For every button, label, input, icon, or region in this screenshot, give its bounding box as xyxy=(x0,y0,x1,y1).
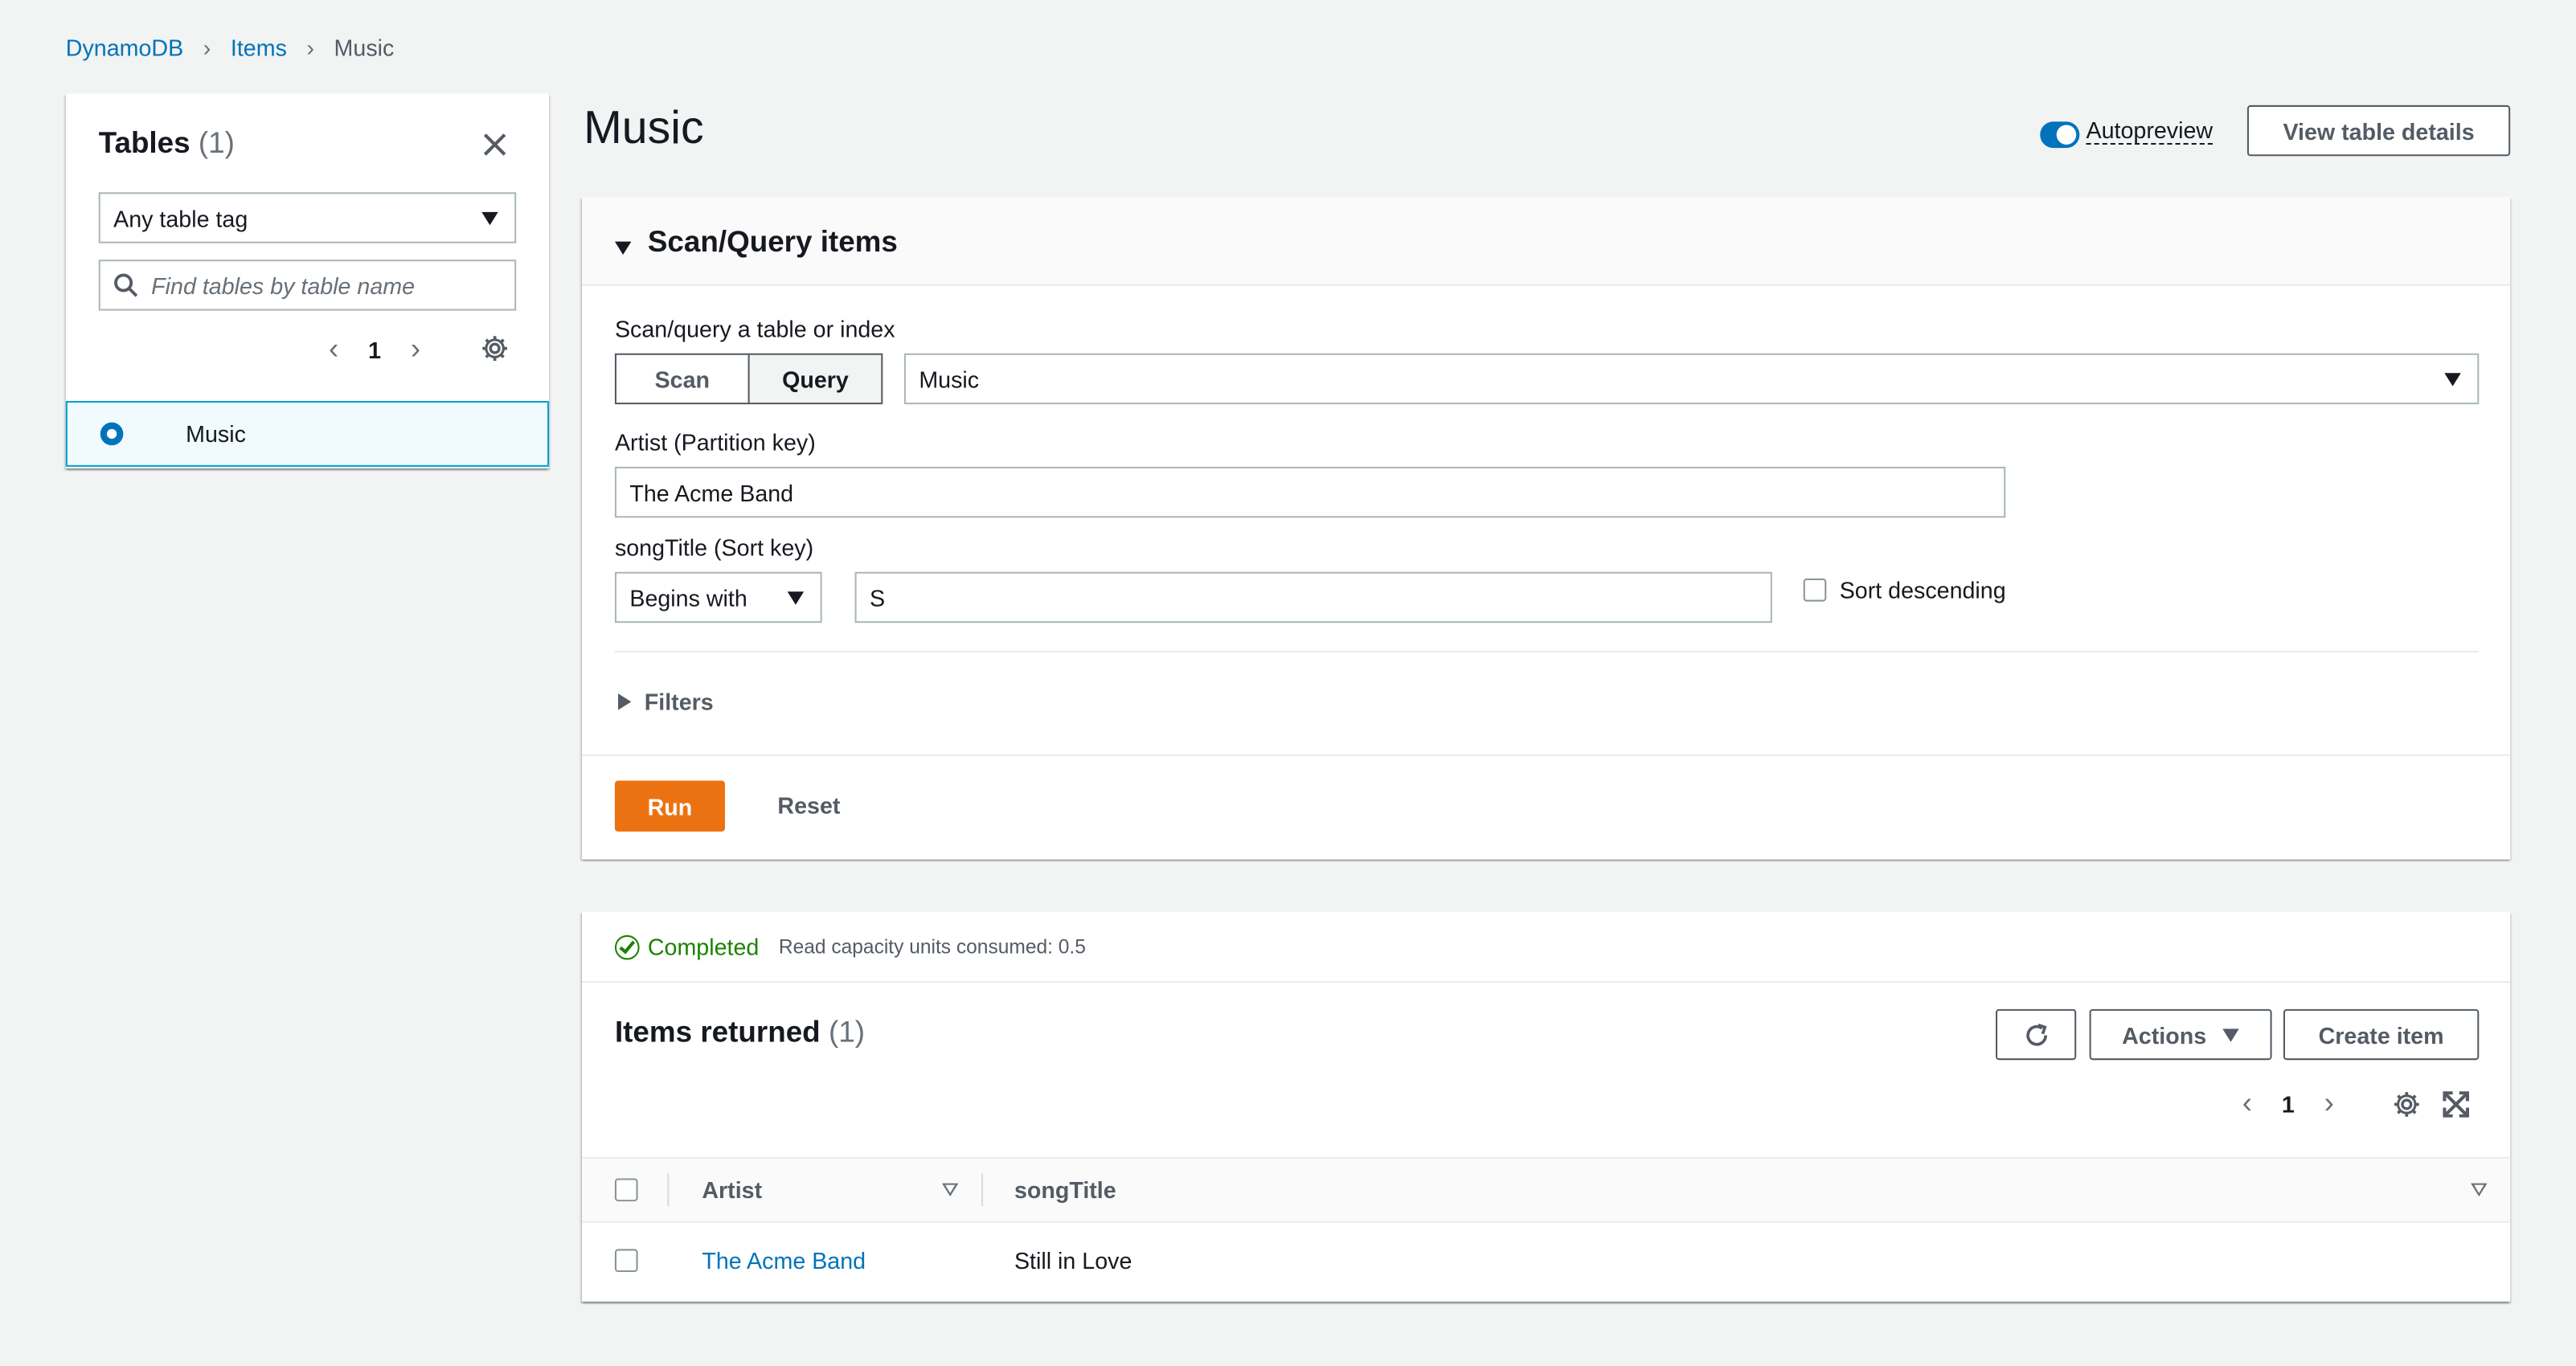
table-tag-value: Any table tag xyxy=(113,204,248,231)
results-panel: Completed Read capacity units consumed: … xyxy=(582,912,2511,1302)
breadcrumb-current: Music xyxy=(334,34,395,61)
view-table-details-button[interactable]: View table details xyxy=(2246,104,2511,157)
results-status-bar: Completed Read capacity units consumed: … xyxy=(582,912,2511,984)
tables-title-text: Tables xyxy=(98,126,190,160)
scan-query-title: Scan/Query items xyxy=(647,225,898,259)
table-header: Artist songTitle xyxy=(582,1156,2511,1223)
search-icon xyxy=(114,273,138,297)
items-returned-text: Items returned xyxy=(614,1015,821,1049)
row-checkbox[interactable] xyxy=(614,1249,638,1273)
scan-button[interactable]: Scan xyxy=(614,353,750,405)
column-header-artist[interactable]: Artist xyxy=(702,1176,762,1203)
tables-page-number[interactable]: 1 xyxy=(368,336,381,362)
sort-key-input[interactable]: S xyxy=(854,571,1772,624)
query-button[interactable]: Query xyxy=(747,353,883,405)
caret-down-icon xyxy=(787,591,805,605)
column-divider xyxy=(667,1173,670,1207)
sort-descending-label[interactable]: Sort descending xyxy=(1840,577,2006,603)
table-search-placeholder: Find tables by table name xyxy=(151,272,416,299)
tables-panel: Tables (1) Any table tag Find tables by … xyxy=(65,93,550,468)
page-title: Music xyxy=(584,101,704,153)
sort-key-label: songTitle (Sort key) xyxy=(614,534,814,561)
next-page-icon[interactable]: › xyxy=(2324,1086,2334,1121)
breadcrumb-items[interactable]: Items xyxy=(231,35,287,61)
column-divider xyxy=(981,1173,984,1207)
breadcrumb: DynamoDB › Items › Music xyxy=(66,35,395,61)
partition-key-value: The Acme Band xyxy=(629,479,794,505)
scan-query-header[interactable]: Scan/Query items xyxy=(582,197,2511,286)
refresh-icon xyxy=(2025,1022,2046,1045)
chevron-right-icon: › xyxy=(203,34,211,61)
status-text: Completed xyxy=(647,933,760,960)
artist-link[interactable]: The Acme Band xyxy=(702,1247,866,1274)
refresh-button[interactable] xyxy=(1995,1008,2077,1061)
scan-query-toggle: Scan Query xyxy=(614,353,883,405)
results-page-number[interactable]: 1 xyxy=(2282,1090,2295,1117)
prev-page-icon[interactable]: ‹ xyxy=(329,332,338,366)
sort-key-value: S xyxy=(869,584,886,611)
next-page-icon[interactable]: › xyxy=(411,332,420,366)
expand-caret-icon[interactable] xyxy=(618,693,632,710)
radio-selected-icon[interactable] xyxy=(100,422,124,446)
sort-icon[interactable] xyxy=(2471,1183,2488,1196)
actions-button[interactable]: Actions xyxy=(2089,1008,2272,1061)
tables-pagination: ‹ 1 › xyxy=(329,332,420,366)
autopreview-label[interactable]: Autopreview xyxy=(2086,117,2214,145)
table-search-input[interactable]: Find tables by table name xyxy=(98,260,517,311)
chevron-right-icon: › xyxy=(306,34,315,61)
table-index-select[interactable]: Music xyxy=(903,353,2480,405)
autopreview-toggle[interactable] xyxy=(2040,121,2080,149)
tables-count: (1) xyxy=(198,126,235,160)
table-index-value: Music xyxy=(919,366,980,392)
scan-query-panel: Scan/Query items Scan/query a table or i… xyxy=(582,197,2511,860)
gear-icon[interactable] xyxy=(480,333,510,363)
collapse-caret-icon[interactable] xyxy=(614,241,632,256)
close-icon[interactable] xyxy=(480,130,510,160)
gear-icon[interactable] xyxy=(2392,1090,2422,1119)
partition-key-input[interactable]: The Acme Band xyxy=(614,466,2006,518)
actions-label: Actions xyxy=(2122,1021,2207,1048)
breadcrumb-dynamodb[interactable]: DynamoDB xyxy=(66,35,183,61)
sort-condition-value: Begins with xyxy=(629,584,747,611)
column-header-songtitle[interactable]: songTitle xyxy=(1014,1176,1116,1203)
tables-panel-title: Tables (1) xyxy=(99,126,235,161)
divider xyxy=(582,754,2511,756)
table-name: Music xyxy=(186,420,246,448)
divider xyxy=(614,650,2480,652)
select-all-checkbox[interactable] xyxy=(614,1178,638,1202)
sort-icon[interactable] xyxy=(941,1183,959,1196)
results-pagination: ‹ 1 › xyxy=(2242,1086,2334,1121)
capacity-text: Read capacity units consumed: 0.5 xyxy=(778,935,1086,959)
success-check-icon xyxy=(614,934,640,959)
table-tag-select[interactable]: Any table tag xyxy=(98,192,517,243)
items-returned-title: Items returned (1) xyxy=(615,1016,865,1050)
prev-page-icon[interactable]: ‹ xyxy=(2242,1086,2252,1121)
table-row[interactable]: The Acme Band Still in Love xyxy=(582,1225,2510,1299)
partition-key-label: Artist (Partition key) xyxy=(614,428,816,456)
filters-toggle[interactable]: Filters xyxy=(645,689,714,715)
items-returned-count: (1) xyxy=(828,1015,865,1049)
fullscreen-icon[interactable] xyxy=(2443,1091,2470,1118)
create-item-button[interactable]: Create item xyxy=(2283,1008,2480,1061)
reset-button[interactable]: Reset xyxy=(777,792,840,819)
sort-descending-checkbox[interactable] xyxy=(1803,578,1827,602)
song-title-cell: Still in Love xyxy=(1014,1247,1132,1274)
caret-down-icon xyxy=(2444,373,2461,386)
sort-condition-select[interactable]: Begins with xyxy=(614,571,822,624)
caret-down-icon xyxy=(2222,1028,2240,1041)
run-button[interactable]: Run xyxy=(614,780,725,832)
caret-down-icon xyxy=(481,211,498,226)
table-list-item-music[interactable]: Music xyxy=(65,401,550,467)
mode-label: Scan/query a table or index xyxy=(614,315,895,342)
